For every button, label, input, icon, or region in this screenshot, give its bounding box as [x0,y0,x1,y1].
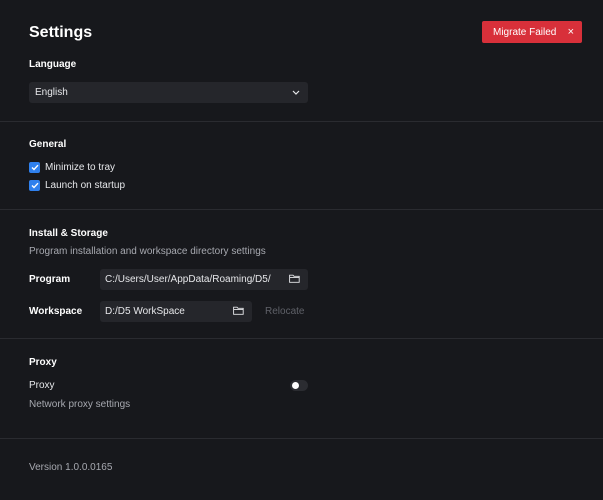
language-section-title: Language [29,59,77,70]
workspace-path-field[interactable]: D:/D5 WorkSpace [100,301,252,322]
launch-on-startup-checkbox[interactable]: Launch on startup [29,180,125,191]
checkbox-checked-icon [29,162,40,173]
proxy-toggle[interactable] [290,380,308,391]
storage-description: Program installation and workspace direc… [29,246,266,257]
toast-message: Migrate Failed [493,26,557,38]
workspace-path-text: D:/D5 WorkSpace [105,306,185,317]
proxy-description: Network proxy settings [29,399,131,410]
program-path-text: C:/Users/User/AppData/Roaming/D5/ [105,274,271,285]
language-select[interactable]: English [29,82,308,103]
proxy-label: Proxy [29,380,55,391]
toggle-knob [292,382,299,389]
proxy-section-title: Proxy [29,357,57,368]
toast-close-button[interactable]: × [568,26,574,38]
language-select-value: English [35,87,68,98]
relocate-button[interactable]: Relocate [265,306,304,317]
minimize-to-tray-label: Minimize to tray [45,162,116,173]
section-divider [0,209,603,210]
storage-section-title: Install & Storage [29,228,108,239]
version-text: Version 1.0.0.0165 [29,462,113,473]
section-divider [0,438,603,439]
program-path-field[interactable]: C:/Users/User/AppData/Roaming/D5/ [100,269,308,290]
launch-on-startup-label: Launch on startup [45,180,126,191]
general-section-title: General [29,139,67,150]
page-title: Settings [29,24,93,41]
error-toast: Migrate Failed × [482,21,582,43]
chevron-down-icon [292,87,300,98]
program-label: Program [29,274,71,285]
folder-icon[interactable] [233,306,244,318]
section-divider [0,121,603,122]
workspace-label: Workspace [29,306,83,317]
minimize-to-tray-checkbox[interactable]: Minimize to tray [29,162,115,173]
section-divider [0,338,603,339]
folder-icon[interactable] [289,274,300,286]
checkbox-checked-icon [29,180,40,191]
